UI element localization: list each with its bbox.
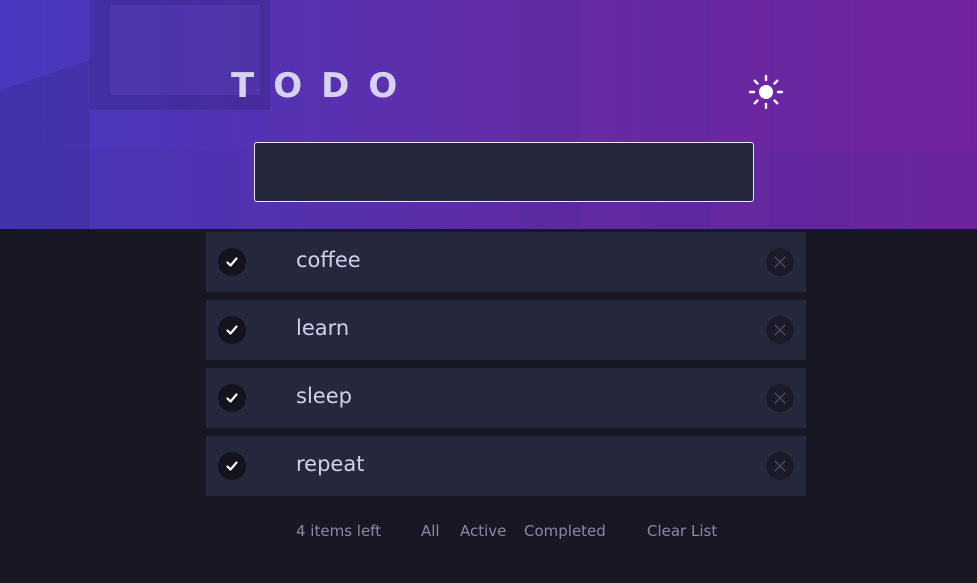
delete-button[interactable] [766, 248, 794, 276]
filter-completed[interactable]: Completed [524, 522, 606, 540]
list-footer: 4 items left All Active Completed Clear … [0, 522, 977, 542]
todo-item: repeat [206, 436, 806, 496]
theme-toggle-button[interactable] [748, 74, 784, 110]
todo-text[interactable]: repeat [296, 452, 364, 476]
todo-item: learn [206, 300, 806, 360]
complete-toggle[interactable] [218, 248, 246, 276]
close-icon [774, 324, 786, 336]
checkmark-icon [226, 257, 238, 267]
app-title: TODO [231, 66, 417, 106]
sun-icon [748, 74, 784, 110]
header-banner: TODO [0, 0, 977, 229]
delete-button[interactable] [766, 452, 794, 480]
filter-all[interactable]: All [421, 522, 440, 540]
clear-list-button[interactable]: Clear List [647, 522, 717, 540]
todo-text[interactable]: learn [296, 316, 349, 340]
todo-text[interactable]: coffee [296, 248, 361, 272]
close-icon [774, 256, 786, 268]
delete-button[interactable] [766, 384, 794, 412]
close-icon [774, 460, 786, 472]
complete-toggle[interactable] [218, 316, 246, 344]
complete-toggle[interactable] [218, 452, 246, 480]
items-left-count: 4 items left [296, 522, 382, 540]
todo-text[interactable]: sleep [296, 384, 352, 408]
todo-list: coffee learn sleep repeat [206, 232, 806, 504]
new-todo-input[interactable] [254, 142, 754, 202]
close-icon [774, 392, 786, 404]
complete-toggle[interactable] [218, 384, 246, 412]
checkmark-icon [226, 461, 238, 471]
filter-active[interactable]: Active [460, 522, 506, 540]
todo-item: coffee [206, 232, 806, 292]
checkmark-icon [226, 393, 238, 403]
todo-item: sleep [206, 368, 806, 428]
checkmark-icon [226, 325, 238, 335]
delete-button[interactable] [766, 316, 794, 344]
